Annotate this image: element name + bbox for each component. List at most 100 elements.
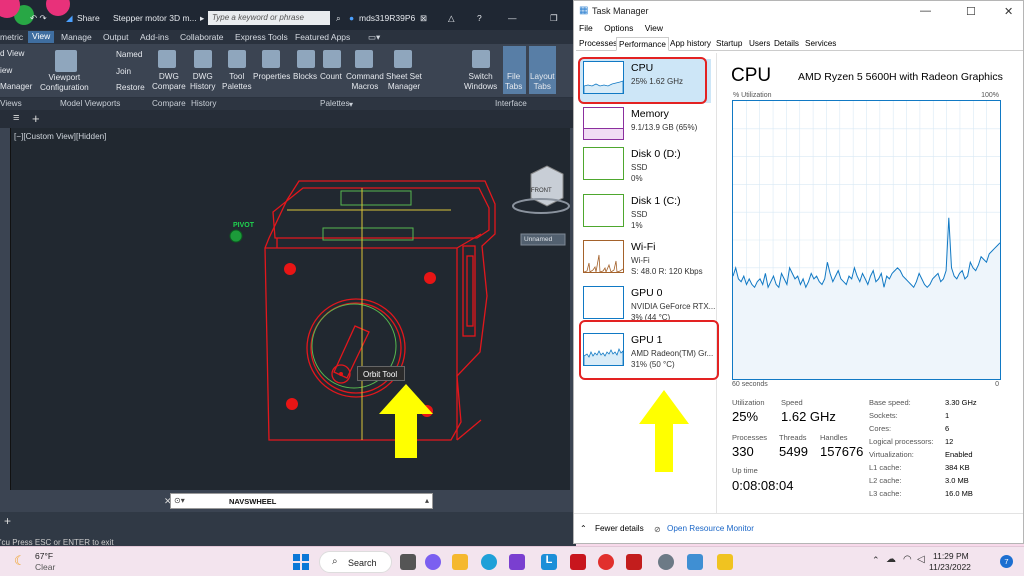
sheet-set-manager-button[interactable]: Sheet Set Manager (386, 72, 422, 92)
dwg-compare-button[interactable]: DWG Compare (152, 72, 186, 92)
windows-start-icon[interactable] (293, 554, 309, 570)
minimize-icon[interactable]: — (508, 13, 517, 23)
volume-icon[interactable]: ◁ (917, 554, 925, 565)
help-icon[interactable]: ? (477, 13, 482, 23)
maximize-icon[interactable]: ☐ (966, 5, 976, 18)
help-search-input[interactable]: Type a keyword or phrase (208, 11, 330, 25)
hidden-icons-chevron[interactable]: ⌃ (872, 555, 880, 566)
menu-options[interactable]: Options (604, 23, 633, 33)
view-button[interactable]: iew (0, 66, 12, 76)
taskbar-search[interactable]: ⌕ Search (319, 551, 392, 573)
store-icon[interactable] (509, 554, 525, 570)
panel-palettes[interactable]: Palettes (320, 99, 350, 108)
command-macros-button[interactable]: Command Macros (346, 72, 384, 92)
switch-windows-button[interactable]: Switch Windows (464, 72, 497, 92)
restore-button[interactable]: Restore (116, 83, 145, 93)
tab-processes[interactable]: Processes (577, 39, 619, 48)
panel-interface[interactable]: Interface (495, 99, 527, 108)
tab-startup[interactable]: Startup (714, 39, 744, 48)
new-tab-icon[interactable]: + (32, 111, 40, 126)
tool-palettes-button[interactable]: Tool Palettes (222, 72, 252, 92)
menu-file[interactable]: File (579, 23, 593, 33)
panel-views[interactable]: Views (0, 99, 22, 108)
command-line[interactable]: ⊙▾ NAVSWHEEL ▴ (170, 493, 433, 509)
named-viewports-button[interactable]: Named (116, 50, 142, 60)
command-input[interactable]: NAVSWHEEL (229, 497, 276, 506)
resource-disk0[interactable]: Disk 0 (D:) SSD 0% (580, 145, 711, 189)
minimize-icon[interactable]: — (920, 5, 931, 17)
notification-badge[interactable]: 7 (1000, 555, 1013, 568)
search-icon[interactable]: ⌕ (336, 13, 341, 24)
weather-icon[interactable]: ☾ (14, 553, 26, 569)
weather-description[interactable]: Clear (35, 562, 55, 572)
tab-services[interactable]: Services (803, 39, 838, 48)
panel-history[interactable]: History (191, 99, 216, 108)
maps-icon[interactable] (598, 554, 614, 570)
wifi-icon[interactable]: ◠ (903, 554, 912, 565)
tab-app-history[interactable]: App history (668, 39, 713, 48)
resource-memory[interactable]: Memory 9.1/13.9 GB (65%) (580, 105, 711, 149)
autocad-taskbar-icon[interactable] (626, 554, 642, 570)
layout-tabs-button[interactable]: Layout Tabs (530, 72, 555, 92)
tab-details[interactable]: Details (772, 39, 801, 48)
close-icon[interactable]: ✕ (1004, 5, 1013, 18)
mcafee-icon[interactable] (570, 554, 586, 570)
command-dropdown-icon[interactable]: ▴ (425, 496, 429, 505)
expand-arrow-icon[interactable]: ▸ (200, 13, 204, 24)
properties-button[interactable]: Properties (253, 72, 290, 82)
tab-featured-apps[interactable]: Featured Apps (295, 32, 350, 42)
ribbon-toggle-icon[interactable]: ▭▾ (368, 32, 380, 43)
named-views-button[interactable]: d View (0, 49, 24, 59)
menu-view[interactable]: View (645, 23, 663, 33)
user-name[interactable]: mds319R39P6 (359, 13, 415, 23)
open-resource-monitor-link[interactable]: Open Resource Monitor (667, 524, 754, 533)
cart-icon[interactable]: ⊠ (420, 13, 427, 24)
menu-icon[interactable]: ≡ (13, 112, 19, 124)
weather-temperature[interactable]: 67°F (35, 551, 53, 561)
tab-collaborate[interactable]: Collaborate (180, 32, 223, 42)
share-button[interactable]: Share (77, 13, 100, 23)
palettes-dropdown-icon[interactable]: ▾ (349, 99, 353, 109)
chevron-up-icon[interactable]: ⌃ (580, 524, 587, 533)
tab-output[interactable]: Output (103, 32, 129, 42)
task-view-icon[interactable] (400, 554, 416, 570)
tab-users[interactable]: Users (747, 39, 772, 48)
chat-icon[interactable] (425, 554, 441, 570)
join-button[interactable]: Join (116, 67, 131, 77)
file-tabs-button[interactable]: File Tabs (505, 72, 522, 92)
unnamed-ucs-label[interactable]: Unnamed (524, 236, 552, 243)
paint-icon[interactable] (717, 554, 733, 570)
add-layout-icon[interactable]: + (4, 514, 11, 528)
tab-manage[interactable]: Manage (61, 32, 92, 42)
autodesk-app-icon[interactable]: △ (448, 13, 455, 24)
view-manager-button[interactable]: Manager (0, 82, 32, 92)
undo-icon[interactable]: ↶ ↷ (30, 13, 47, 24)
count-button[interactable]: Count (320, 72, 342, 82)
file-explorer-icon[interactable] (452, 554, 468, 570)
clock-date[interactable]: 11/23/2022 (929, 562, 971, 572)
lumin-app-icon[interactable]: L (541, 554, 557, 570)
view-label[interactable]: [−][Custom View][Hidden] (14, 132, 106, 141)
edge-browser-icon[interactable] (481, 554, 497, 570)
viewport-config-button[interactable]: Viewport Configuration (40, 73, 89, 93)
task-manager-taskbar-icon[interactable] (658, 554, 674, 570)
spec-value: 3.30 GHz (945, 398, 977, 407)
fewer-details-link[interactable]: Fewer details (595, 524, 644, 533)
model-viewport[interactable] (10, 128, 570, 490)
tab-addins[interactable]: Add-ins (140, 32, 169, 42)
restore-icon[interactable]: ❐ (550, 13, 558, 24)
clock-time[interactable]: 11:29 PM (933, 551, 969, 561)
tab-view[interactable]: View (28, 31, 55, 43)
tab-express-tools[interactable]: Express Tools (235, 32, 288, 42)
resource-disk1[interactable]: Disk 1 (C:) SSD 1% (580, 192, 711, 236)
tab-performance[interactable]: Performance (616, 37, 669, 51)
panel-model-viewports[interactable]: Model Viewports (60, 99, 120, 108)
dwg-history-button[interactable]: DWG History (190, 72, 215, 92)
photos-icon[interactable] (687, 554, 703, 570)
resource-wifi[interactable]: Wi-Fi Wi-Fi S: 48.0 R: 120 Kbps (580, 238, 711, 282)
blocks-button[interactable]: Blocks (293, 72, 317, 82)
onedrive-icon[interactable]: ☁ (886, 554, 896, 565)
tab-parametric[interactable]: metric (0, 32, 23, 42)
viewcube-front[interactable]: FRONT (531, 188, 552, 194)
panel-compare[interactable]: Compare (152, 99, 186, 108)
